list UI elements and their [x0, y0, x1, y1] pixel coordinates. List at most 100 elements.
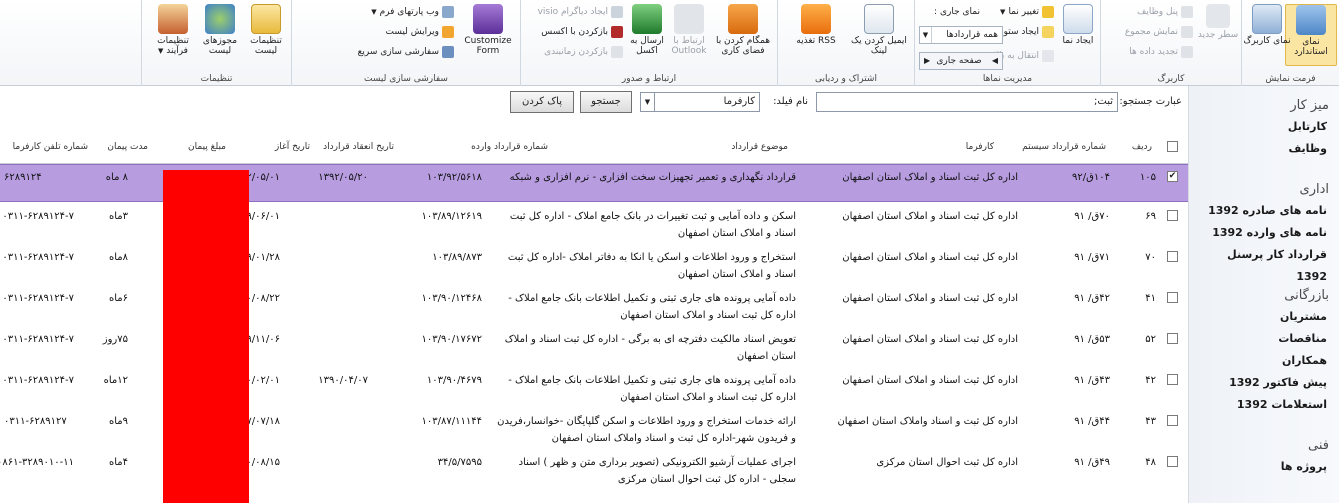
nav-item-tenders[interactable]: مناقصات	[1189, 328, 1339, 350]
nav-item-cartable[interactable]: کارتابل	[1189, 116, 1339, 138]
connect-outlook-button[interactable]: ارتباط با Outlook	[667, 4, 711, 56]
row-subject[interactable]: ارائه خدمات استخراج و ورود اطلاعات و اسک…	[496, 413, 796, 447]
nav-heading-commerce[interactable]: بازرگانی	[1189, 286, 1339, 306]
row-number[interactable]: ۷۰	[1130, 249, 1156, 266]
row-checkbox[interactable]	[1167, 292, 1178, 303]
nav-item-projects[interactable]: پروژه ها	[1189, 456, 1339, 478]
export-excel-button[interactable]: ارسال به اکسل	[627, 4, 667, 56]
nav-item-partners[interactable]: همکاران	[1189, 350, 1339, 372]
quick-customize-button[interactable]: سفارشی سازی سریع	[358, 44, 454, 60]
open-access-button[interactable]: بازکردن با اکسس	[541, 24, 623, 40]
row-number[interactable]: ۵۲	[1130, 331, 1156, 348]
row-checkbox[interactable]	[1167, 251, 1178, 262]
rss-icon	[801, 4, 831, 34]
row-checkbox[interactable]	[1167, 415, 1178, 426]
prev-page-icon[interactable]: ▶	[920, 53, 930, 69]
header-row[interactable]: ردیف	[1132, 142, 1152, 152]
header-amount[interactable]: مبلغ پیمان	[188, 142, 226, 152]
nav-heading-technical[interactable]: فنی	[1189, 436, 1339, 456]
row-checkbox[interactable]: ✔	[1167, 171, 1178, 182]
header-sys-no[interactable]: شماره قرارداد سیستم	[1022, 142, 1106, 152]
create-column-button[interactable]: ایجاد ستون	[997, 24, 1054, 40]
chevron-down-icon: ▼	[1000, 8, 1006, 16]
new-row-button[interactable]: سطر جدید	[1197, 4, 1239, 40]
clear-button[interactable]: پاک کردن	[510, 91, 574, 113]
row-subject[interactable]: تعویض اسناد مالکیت دفترچه ای به برگی - ا…	[496, 331, 796, 365]
chevron-down-icon: ▼	[920, 27, 932, 43]
current-page-pager[interactable]: ◀ صفحه جاری ▶	[919, 52, 1003, 70]
row-number[interactable]: ۴۱	[1130, 290, 1156, 307]
row-subject[interactable]: استخراج و ورود اطلاعات و اسکن یا انکا به…	[496, 249, 796, 283]
datasheet-view-button[interactable]: نمای کاربرگ	[1241, 4, 1293, 46]
current-view-select[interactable]: همه قراردادها ▼	[919, 26, 1003, 44]
datasheet-view-icon	[1252, 4, 1282, 34]
nav-item-inquiries[interactable]: استعلامات 1392	[1189, 394, 1339, 416]
select-all-checkbox[interactable]	[1167, 141, 1178, 152]
open-project-button[interactable]: بازکردن زمانبندی	[544, 44, 623, 60]
header-start-date[interactable]: تاریخ آغاز	[275, 142, 310, 152]
email-link-button[interactable]: ایمیل کردن یک لینک	[846, 4, 912, 56]
create-view-button[interactable]: ایجاد نما	[1058, 4, 1098, 46]
row-number[interactable]: ۶۹	[1130, 208, 1156, 225]
edit-list-button[interactable]: ویرایش لیست	[386, 24, 454, 40]
modify-view-icon	[1042, 6, 1054, 18]
row-employer: اداره کل ثبت اسناد و املاک استان اصفهان	[842, 293, 1018, 304]
nav-item-customers[interactable]: مشتریان	[1189, 306, 1339, 328]
row-subject[interactable]: قرارداد نگهداری و تعمیر تجهیزات سخت افزا…	[496, 169, 796, 186]
row-subject[interactable]: اجرای عملیات آرشیو الکترونیکی (تصویر برد…	[496, 454, 796, 488]
row-number[interactable]: ۴۸	[1130, 454, 1156, 471]
standard-view-icon	[1296, 5, 1326, 35]
nav-item-incoming-letters[interactable]: نامه های وارده 1392	[1189, 222, 1339, 244]
show-totals-button[interactable]: نمایش مجموع	[1125, 24, 1193, 40]
row-incoming-no: ۱۰۳/۸۹/۸۷۳	[432, 252, 482, 263]
list-permissions-button[interactable]: مجوزهای لیست	[197, 4, 243, 56]
row-checkbox[interactable]	[1167, 456, 1178, 467]
show-taskpane-button[interactable]: پنل وظایف	[1137, 4, 1193, 20]
nav-item-outgoing-letters[interactable]: نامه های صادره 1392	[1189, 200, 1339, 222]
search-button[interactable]: جستجو	[580, 91, 632, 113]
row-subject[interactable]: داده آمایی پرونده های جاری ثبتی و تکمیل …	[496, 372, 796, 406]
row-checkbox[interactable]	[1167, 333, 1178, 344]
header-duration[interactable]: مدت پیمان	[107, 142, 148, 152]
nav-item-proforma[interactable]: پیش فاکتور 1392	[1189, 372, 1339, 394]
header-phone[interactable]: شماره تلفن کارفرما	[13, 142, 88, 152]
ribbon: نمای استاندارد نمای کاربرگ فرمت نمایش سط…	[0, 0, 1339, 86]
search-phrase-input[interactable]: ثبت;	[816, 92, 1118, 112]
rss-feed-button[interactable]: RSS تغذیه	[788, 4, 844, 46]
row-number[interactable]: ۴۲	[1130, 372, 1156, 389]
nav-item-staff-contracts[interactable]: قرارداد کار پرسنل 1392	[1189, 244, 1339, 283]
row-checkbox[interactable]	[1167, 374, 1178, 385]
field-name-select[interactable]: کارفرما ▼	[640, 92, 760, 112]
search-bar: عبارت جستجو: ثبت; نام فیلد: کارفرما ▼ جس…	[0, 86, 1188, 120]
row-employer: اداره کل ثبت اسناد و املاک استان اصفهان	[842, 375, 1018, 386]
row-checkbox[interactable]	[1167, 210, 1178, 221]
header-incoming-no[interactable]: شماره قرارداد وارده	[471, 142, 548, 152]
row-duration: ۶ماه	[108, 293, 128, 304]
row-phone: ۰۳۱۱-۶۲۸۹۱۲۴-۷	[2, 375, 74, 386]
header-employer[interactable]: کارفرما	[966, 142, 994, 152]
modify-view-button[interactable]: تغییر نما ▼	[1000, 4, 1054, 20]
nav-item-tasks[interactable]: وظایف	[1189, 138, 1339, 160]
row-number[interactable]: ۱۰۵	[1130, 169, 1156, 186]
navigate-up-button[interactable]: انتقال به بالا	[994, 48, 1054, 64]
refresh-data-button[interactable]: تجدید داده ها	[1129, 44, 1193, 60]
group-title-share-track: اشتراک و ردیابی	[815, 74, 877, 84]
row-number[interactable]: ۴۳	[1130, 413, 1156, 430]
row-sys-no: ۴۳ق/ ۹۱	[1074, 375, 1110, 386]
group-customize-list: Customize Form وب پارتهای فرم ▼ ویرایش ل…	[291, 0, 520, 86]
row-employer: اداره کل ثبت اسناد و املاک استان اصفهان	[842, 172, 1018, 183]
header-sign-date[interactable]: تاریخ انعقاد قرارداد	[323, 142, 394, 152]
form-webparts-button[interactable]: وب پارتهای فرم ▼	[371, 4, 454, 20]
workflow-settings-button[interactable]: تنظیمات فرآیند ▼	[149, 4, 197, 56]
sync-sharepoint-button[interactable]: همگام کردن با فضای کاری	[711, 4, 775, 56]
customize-form-button[interactable]: Customize Form	[460, 4, 516, 56]
visio-diagram-button[interactable]: ایجاد دیاگرام visio	[538, 4, 623, 20]
header-subject[interactable]: موضوع قرارداد	[731, 142, 788, 152]
next-page-icon[interactable]: ◀	[988, 53, 998, 69]
nav-heading-office[interactable]: اداری	[1189, 180, 1339, 200]
excel-icon	[632, 4, 662, 34]
list-settings-button[interactable]: تنظیمات لیست	[243, 4, 289, 56]
row-subject[interactable]: اسکن و داده آمایی و ثبت تغییرات در بانک …	[496, 208, 796, 242]
nav-heading-desk[interactable]: میز کار	[1189, 96, 1339, 116]
row-subject[interactable]: داده آمایی پرونده های جاری ثبتی و تکمیل …	[496, 290, 796, 324]
